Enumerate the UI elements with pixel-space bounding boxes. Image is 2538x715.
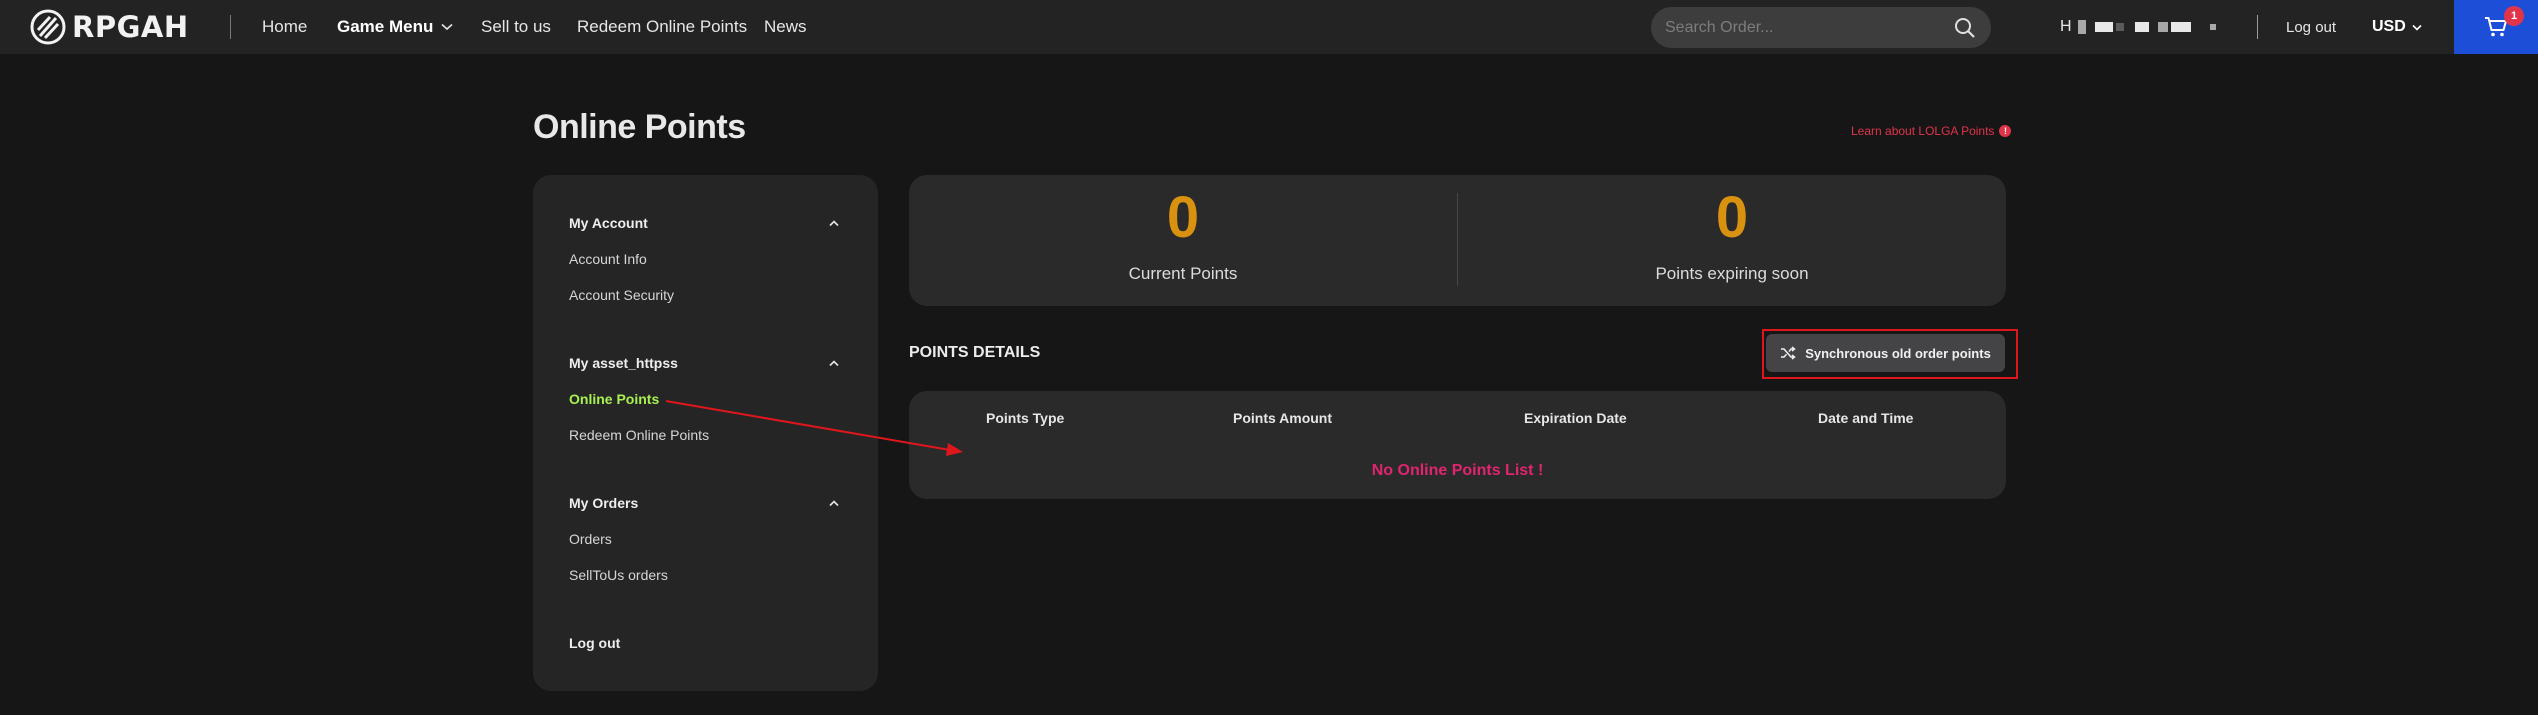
nav-news[interactable]: News [764, 0, 807, 54]
column-header-points-amount: Points Amount [1233, 410, 1333, 426]
current-points-value: 0 [1166, 185, 1200, 250]
chevron-down-icon [441, 23, 453, 31]
column-header-expiration-date: Expiration Date [1524, 410, 1627, 426]
currency-selector[interactable]: USD [2372, 0, 2422, 54]
sidebar-item-account-security[interactable]: Account Security [569, 287, 674, 303]
sidebar-group-label: My Account [569, 215, 648, 231]
logo-text: RPGAH [72, 10, 189, 44]
nav-game-menu[interactable]: Game Menu [337, 0, 453, 54]
sidebar-item-account-info[interactable]: Account Info [569, 251, 647, 267]
top-navigation-bar: RPGAH Home Game Menu Sell to us Redeem O… [0, 0, 2538, 54]
expiring-points-stat: 0 Points expiring soon [1458, 175, 2006, 306]
expiring-points-label: Points expiring soon [1655, 264, 1809, 283]
info-icon: ! [1999, 125, 2012, 137]
rpgah-logo-icon [30, 9, 66, 45]
sidebar-group-my-orders[interactable]: My Orders [569, 495, 839, 511]
sync-button-label: Synchronous old order points [1805, 345, 1991, 361]
user-divider [2257, 15, 2258, 39]
column-header-date-and-time: Date and Time [1818, 410, 1914, 426]
points-details-heading: POINTS DETAILS [909, 344, 1041, 361]
sidebar-item-redeem-online-points[interactable]: Redeem Online Points [569, 427, 709, 443]
column-header-points-type: Points Type [986, 410, 1065, 426]
sidebar-item-selltous-orders[interactable]: SellToUs orders [569, 567, 668, 583]
cart-count-badge: 1 [2504, 6, 2524, 26]
site-logo[interactable]: RPGAH [30, 9, 189, 45]
shuffle-icon [1781, 346, 1796, 360]
points-table: Points Type Points Amount Expiration Dat… [909, 391, 2006, 499]
sidebar-item-online-points[interactable]: Online Points [569, 391, 659, 407]
chevron-down-icon [2412, 24, 2422, 31]
account-sidebar: My Account Account Info Account Security… [533, 175, 878, 691]
sidebar-group-label: My asset_httpss [569, 355, 678, 371]
chevron-up-icon [829, 219, 839, 226]
logout-link[interactable]: Log out [2286, 0, 2336, 54]
annotation-arrow [665, 400, 963, 456]
learn-link-label: Learn about LOLGA Points [1851, 124, 1995, 138]
empty-list-message: No Online Points List ! [1371, 462, 1544, 479]
chevron-up-icon [829, 499, 839, 506]
sync-old-order-points-button[interactable]: Synchronous old order points [1766, 334, 2005, 372]
nav-game-menu-label: Game Menu [337, 17, 434, 36]
nav-sell-to-us[interactable]: Sell to us [481, 0, 551, 54]
sidebar-logout[interactable]: Log out [569, 635, 620, 651]
user-initial: H [2060, 18, 2072, 35]
redacted-username [2077, 20, 2216, 34]
search-icon[interactable] [1953, 16, 1977, 40]
sidebar-item-orders[interactable]: Orders [569, 531, 612, 547]
cart-button[interactable]: 1 [2454, 0, 2538, 54]
nav-home[interactable]: Home [262, 0, 307, 54]
current-points-stat: 0 Current Points [909, 175, 1457, 306]
expiring-points-value: 0 [1715, 185, 1749, 250]
currency-label: USD [2372, 18, 2406, 35]
search-box [1651, 7, 1991, 48]
nav-redeem-online-points[interactable]: Redeem Online Points [577, 0, 747, 54]
logo-divider [230, 15, 231, 39]
sidebar-group-my-assets[interactable]: My asset_httpss [569, 355, 839, 371]
points-summary-card: 0 Current Points 0 Points expiring soon [909, 175, 2006, 306]
current-points-label: Current Points [1128, 264, 1238, 283]
user-account-menu[interactable]: H [2060, 0, 2216, 54]
page-title: Online Points [533, 108, 746, 146]
learn-about-points-link[interactable]: Learn about LOLGA Points ! [1851, 122, 2012, 140]
chevron-up-icon [829, 359, 839, 366]
sidebar-group-label: My Orders [569, 495, 639, 511]
search-input[interactable] [1665, 18, 1953, 37]
sidebar-group-my-account[interactable]: My Account [569, 215, 839, 231]
